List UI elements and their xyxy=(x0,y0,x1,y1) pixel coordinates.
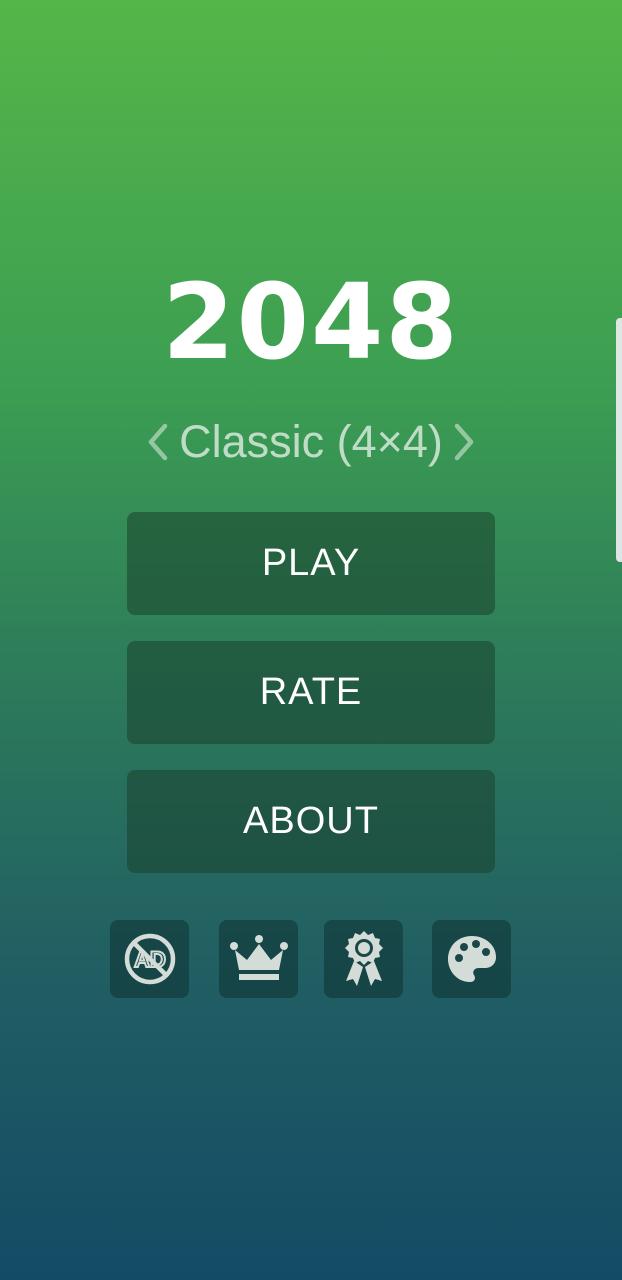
no-ads-icon: AD xyxy=(124,933,175,985)
mode-label: Classic (4×4) xyxy=(179,416,443,467)
chevron-right-icon xyxy=(454,423,474,461)
achievements-button[interactable] xyxy=(324,920,403,998)
mode-selector: Classic (4×4) xyxy=(0,412,622,472)
remove-ads-button[interactable]: AD xyxy=(110,920,189,998)
about-button[interactable]: ABOUT xyxy=(127,770,495,873)
rate-button[interactable]: RATE xyxy=(127,641,495,744)
palette-icon xyxy=(447,936,496,982)
award-ribbon-icon xyxy=(344,931,383,986)
chevron-left-icon xyxy=(148,423,168,461)
leaderboard-button[interactable] xyxy=(219,920,298,998)
play-button[interactable]: PLAY xyxy=(127,512,495,615)
themes-button[interactable] xyxy=(432,920,511,998)
game-title: 2048 xyxy=(162,261,460,383)
mode-next-button[interactable] xyxy=(447,412,481,472)
crown-icon xyxy=(229,935,288,980)
mode-prev-button[interactable] xyxy=(141,412,175,472)
